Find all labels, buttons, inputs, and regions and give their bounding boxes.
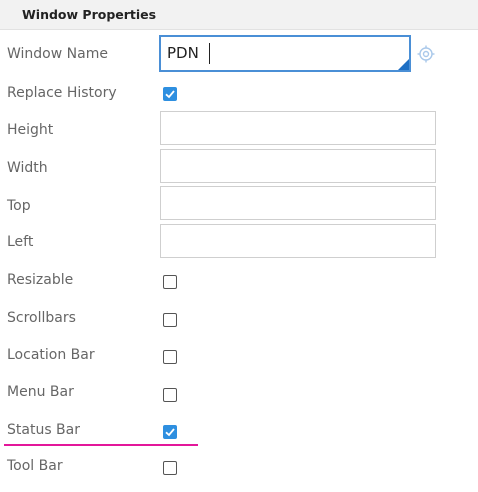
checkmark-icon: [165, 428, 175, 437]
location-bar-label: Location Bar: [7, 347, 95, 363]
height-label: Height: [7, 122, 54, 138]
panel-header: Window Properties: [0, 0, 478, 30]
target-icon[interactable]: [417, 45, 435, 63]
highlight-underline: [4, 444, 198, 446]
width-input[interactable]: [160, 149, 436, 183]
resizable-label: Resizable: [7, 272, 74, 288]
tool-bar-checkbox[interactable]: [163, 461, 177, 475]
scrollbars-checkbox[interactable]: [163, 313, 177, 327]
top-input[interactable]: [160, 186, 436, 220]
menu-bar-checkbox[interactable]: [163, 388, 177, 402]
replace-history-checkbox[interactable]: [163, 87, 177, 101]
left-input[interactable]: [160, 224, 436, 258]
status-bar-checkbox[interactable]: [163, 425, 177, 439]
height-input[interactable]: [160, 111, 436, 145]
resizable-checkbox[interactable]: [163, 275, 177, 289]
window-name-label: Window Name: [7, 46, 108, 62]
window-name-input[interactable]: PDN: [159, 35, 411, 72]
panel-title: Window Properties: [22, 7, 157, 22]
width-label: Width: [7, 160, 48, 176]
text-caret: [209, 43, 210, 64]
location-bar-checkbox[interactable]: [163, 350, 177, 364]
top-label: Top: [7, 198, 31, 214]
window-name-value: PDN: [167, 44, 199, 62]
status-bar-label: Status Bar: [7, 422, 81, 438]
tool-bar-label: Tool Bar: [7, 458, 63, 474]
left-label: Left: [7, 234, 34, 250]
resize-corner-icon: [398, 59, 409, 70]
checkmark-icon: [165, 90, 175, 99]
replace-history-label: Replace History: [7, 85, 117, 101]
scrollbars-label: Scrollbars: [7, 310, 76, 326]
menu-bar-label: Menu Bar: [7, 384, 74, 400]
